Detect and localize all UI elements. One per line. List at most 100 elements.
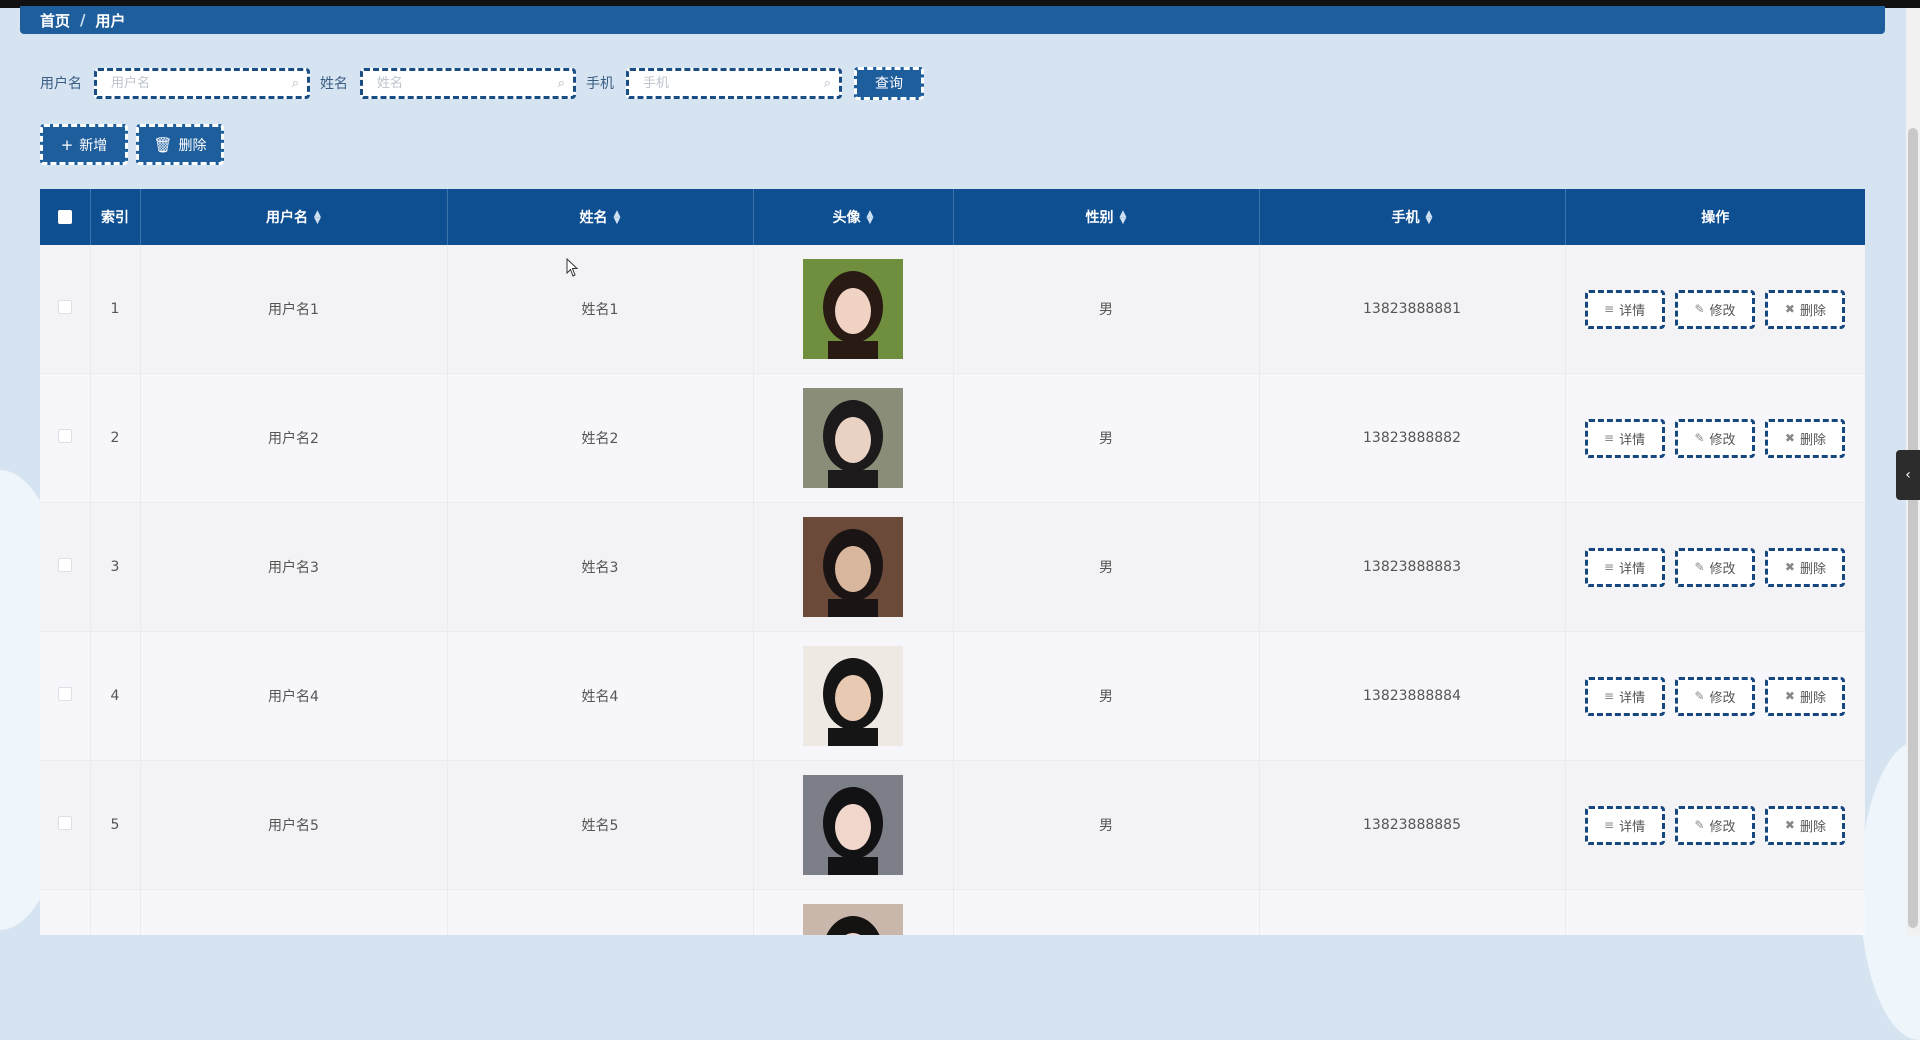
table-row[interactable]: [40, 889, 1865, 935]
row-checkbox[interactable]: [57, 300, 72, 314]
username-input[interactable]: [109, 74, 273, 92]
edit-button[interactable]: ✎ 修改: [1675, 289, 1755, 329]
delete-row-button[interactable]: ✖ 删除: [1765, 547, 1846, 587]
row-checkbox[interactable]: [57, 816, 72, 830]
edit-button[interactable]: ✎ 修改: [1675, 805, 1755, 845]
sort-icon[interactable]: ▲ ▼: [614, 210, 621, 226]
username-header[interactable]: 用户名 ▲ ▼: [140, 189, 448, 245]
row-select-cell[interactable]: [40, 373, 91, 503]
name-cell: 姓名1: [447, 245, 754, 374]
avatar[interactable]: [803, 517, 903, 617]
name-header[interactable]: 姓名 ▲ ▼: [447, 189, 754, 245]
index-cell: [90, 889, 141, 935]
phone-input[interactable]: [641, 74, 805, 92]
username-field[interactable]: ⌕: [94, 67, 310, 99]
search-icon: ⌕: [823, 75, 831, 91]
phone-label: 手机: [586, 76, 614, 92]
index-cell: 4: [90, 631, 141, 761]
phone-cell: 13823888885: [1259, 760, 1566, 890]
collapse-panel-button[interactable]: ‹: [1896, 450, 1920, 500]
delete-row-button[interactable]: ✖ 删除: [1765, 805, 1846, 845]
document-icon: ≡: [1604, 560, 1615, 574]
edit-icon: ✎: [1694, 689, 1705, 703]
phone-field[interactable]: ⌕: [626, 67, 842, 99]
actions-cell: ≡ 详情 ✎ 修改 ✖ 删除: [1565, 373, 1865, 503]
name-cell: 姓名4: [447, 631, 754, 761]
table-row[interactable]: 4 用户名4 姓名4 男 13823888884 ≡ 详情 ✎ 修改 ✖ 删除: [40, 631, 1865, 761]
document-icon: ≡: [1604, 431, 1615, 445]
delete-row-button[interactable]: ✖ 删除: [1765, 289, 1846, 329]
row-checkbox[interactable]: [57, 429, 72, 443]
avatar[interactable]: [803, 259, 903, 359]
table-row[interactable]: 1 用户名1 姓名1 男 13823888881 ≡ 详情 ✎ 修改 ✖ 删除: [40, 245, 1865, 374]
edit-button-label: 修改: [1709, 819, 1736, 835]
sort-icon[interactable]: ▲ ▼: [1120, 210, 1127, 226]
avatar[interactable]: [803, 388, 903, 488]
detail-button[interactable]: ≡ 详情: [1584, 289, 1665, 329]
row-checkbox[interactable]: [57, 558, 72, 572]
sort-icon[interactable]: ▲ ▼: [1426, 210, 1433, 226]
username-label: 用户名: [40, 76, 82, 92]
name-field[interactable]: ⌕: [360, 67, 576, 99]
trash-icon: 🗑︎: [153, 135, 173, 154]
actions-cell: ≡ 详情 ✎ 修改 ✖ 删除: [1565, 760, 1865, 890]
table-row[interactable]: 2 用户名2 姓名2 男 13823888882 ≡ 详情 ✎ 修改 ✖ 删除: [40, 373, 1865, 503]
phone-cell: 13823888881: [1259, 245, 1566, 374]
row-select-cell[interactable]: [40, 245, 91, 374]
edit-button-label: 修改: [1709, 432, 1736, 448]
avatar[interactable]: [803, 646, 903, 746]
delete-row-button[interactable]: ✖ 删除: [1765, 676, 1846, 716]
row-select-cell[interactable]: [40, 502, 91, 632]
avatar[interactable]: [803, 904, 903, 935]
trash-icon: ✖: [1784, 431, 1795, 445]
edit-button[interactable]: ✎ 修改: [1675, 676, 1755, 716]
table-row[interactable]: 5 用户名5 姓名5 男 13823888885 ≡ 详情 ✎ 修改 ✖ 删除: [40, 760, 1865, 890]
name-input[interactable]: [375, 74, 539, 92]
delete-button[interactable]: 🗑︎ 删除: [136, 124, 224, 165]
username-header-label: 用户名: [266, 210, 309, 226]
actions-header: 操作: [1565, 189, 1865, 245]
name-cell: [447, 889, 754, 935]
detail-button[interactable]: ≡ 详情: [1584, 418, 1665, 458]
chevron-left-icon: ‹: [1905, 467, 1911, 483]
scrollbar-thumb[interactable]: [1908, 128, 1918, 928]
sort-icon[interactable]: ▲ ▼: [867, 210, 874, 226]
index-cell: 2: [90, 373, 141, 503]
username-cell: 用户名4: [140, 631, 448, 761]
breadcrumb: 首页 / 用户: [20, 6, 1885, 34]
gender-header[interactable]: 性别 ▲ ▼: [953, 189, 1260, 245]
edit-button[interactable]: ✎ 修改: [1675, 418, 1755, 458]
avatar-header[interactable]: 头像 ▲ ▼: [753, 189, 954, 245]
row-select-cell[interactable]: [40, 889, 91, 935]
add-button-label: 新增: [79, 137, 108, 154]
avatar[interactable]: [803, 775, 903, 875]
phone-header[interactable]: 手机 ▲ ▼: [1259, 189, 1566, 245]
actions-cell: [1565, 889, 1865, 935]
detail-button[interactable]: ≡ 详情: [1584, 805, 1665, 845]
delete-row-button[interactable]: ✖ 删除: [1765, 418, 1846, 458]
edit-icon: ✎: [1694, 431, 1705, 445]
row-checkbox[interactable]: [57, 687, 72, 701]
add-button[interactable]: + 新增: [40, 124, 128, 165]
select-all-header[interactable]: [40, 189, 91, 245]
breadcrumb-current: 用户: [95, 11, 126, 30]
actions-cell: ≡ 详情 ✎ 修改 ✖ 删除: [1565, 245, 1865, 374]
row-select-cell[interactable]: [40, 631, 91, 761]
query-button[interactable]: 查询: [854, 66, 924, 100]
detail-button[interactable]: ≡ 详情: [1584, 676, 1665, 716]
plus-icon: +: [60, 135, 74, 154]
row-select-cell[interactable]: [40, 760, 91, 890]
select-all-checkbox[interactable]: [57, 210, 72, 224]
avatar-cell: [753, 760, 954, 890]
detail-button[interactable]: ≡ 详情: [1584, 547, 1665, 587]
trash-icon: ✖: [1784, 302, 1795, 316]
sort-icon[interactable]: ▲ ▼: [314, 210, 321, 226]
table-row[interactable]: 3 用户名3 姓名3 男 13823888883 ≡ 详情 ✎ 修改 ✖ 删除: [40, 502, 1865, 632]
edit-button[interactable]: ✎ 修改: [1675, 547, 1755, 587]
index-cell: 5: [90, 760, 141, 890]
avatar-header-label: 头像: [832, 210, 861, 226]
phone-cell: 13823888883: [1259, 502, 1566, 632]
delete-row-button-label: 删除: [1799, 690, 1826, 706]
name-header-label: 姓名: [579, 210, 608, 226]
breadcrumb-home[interactable]: 首页: [40, 10, 70, 31]
